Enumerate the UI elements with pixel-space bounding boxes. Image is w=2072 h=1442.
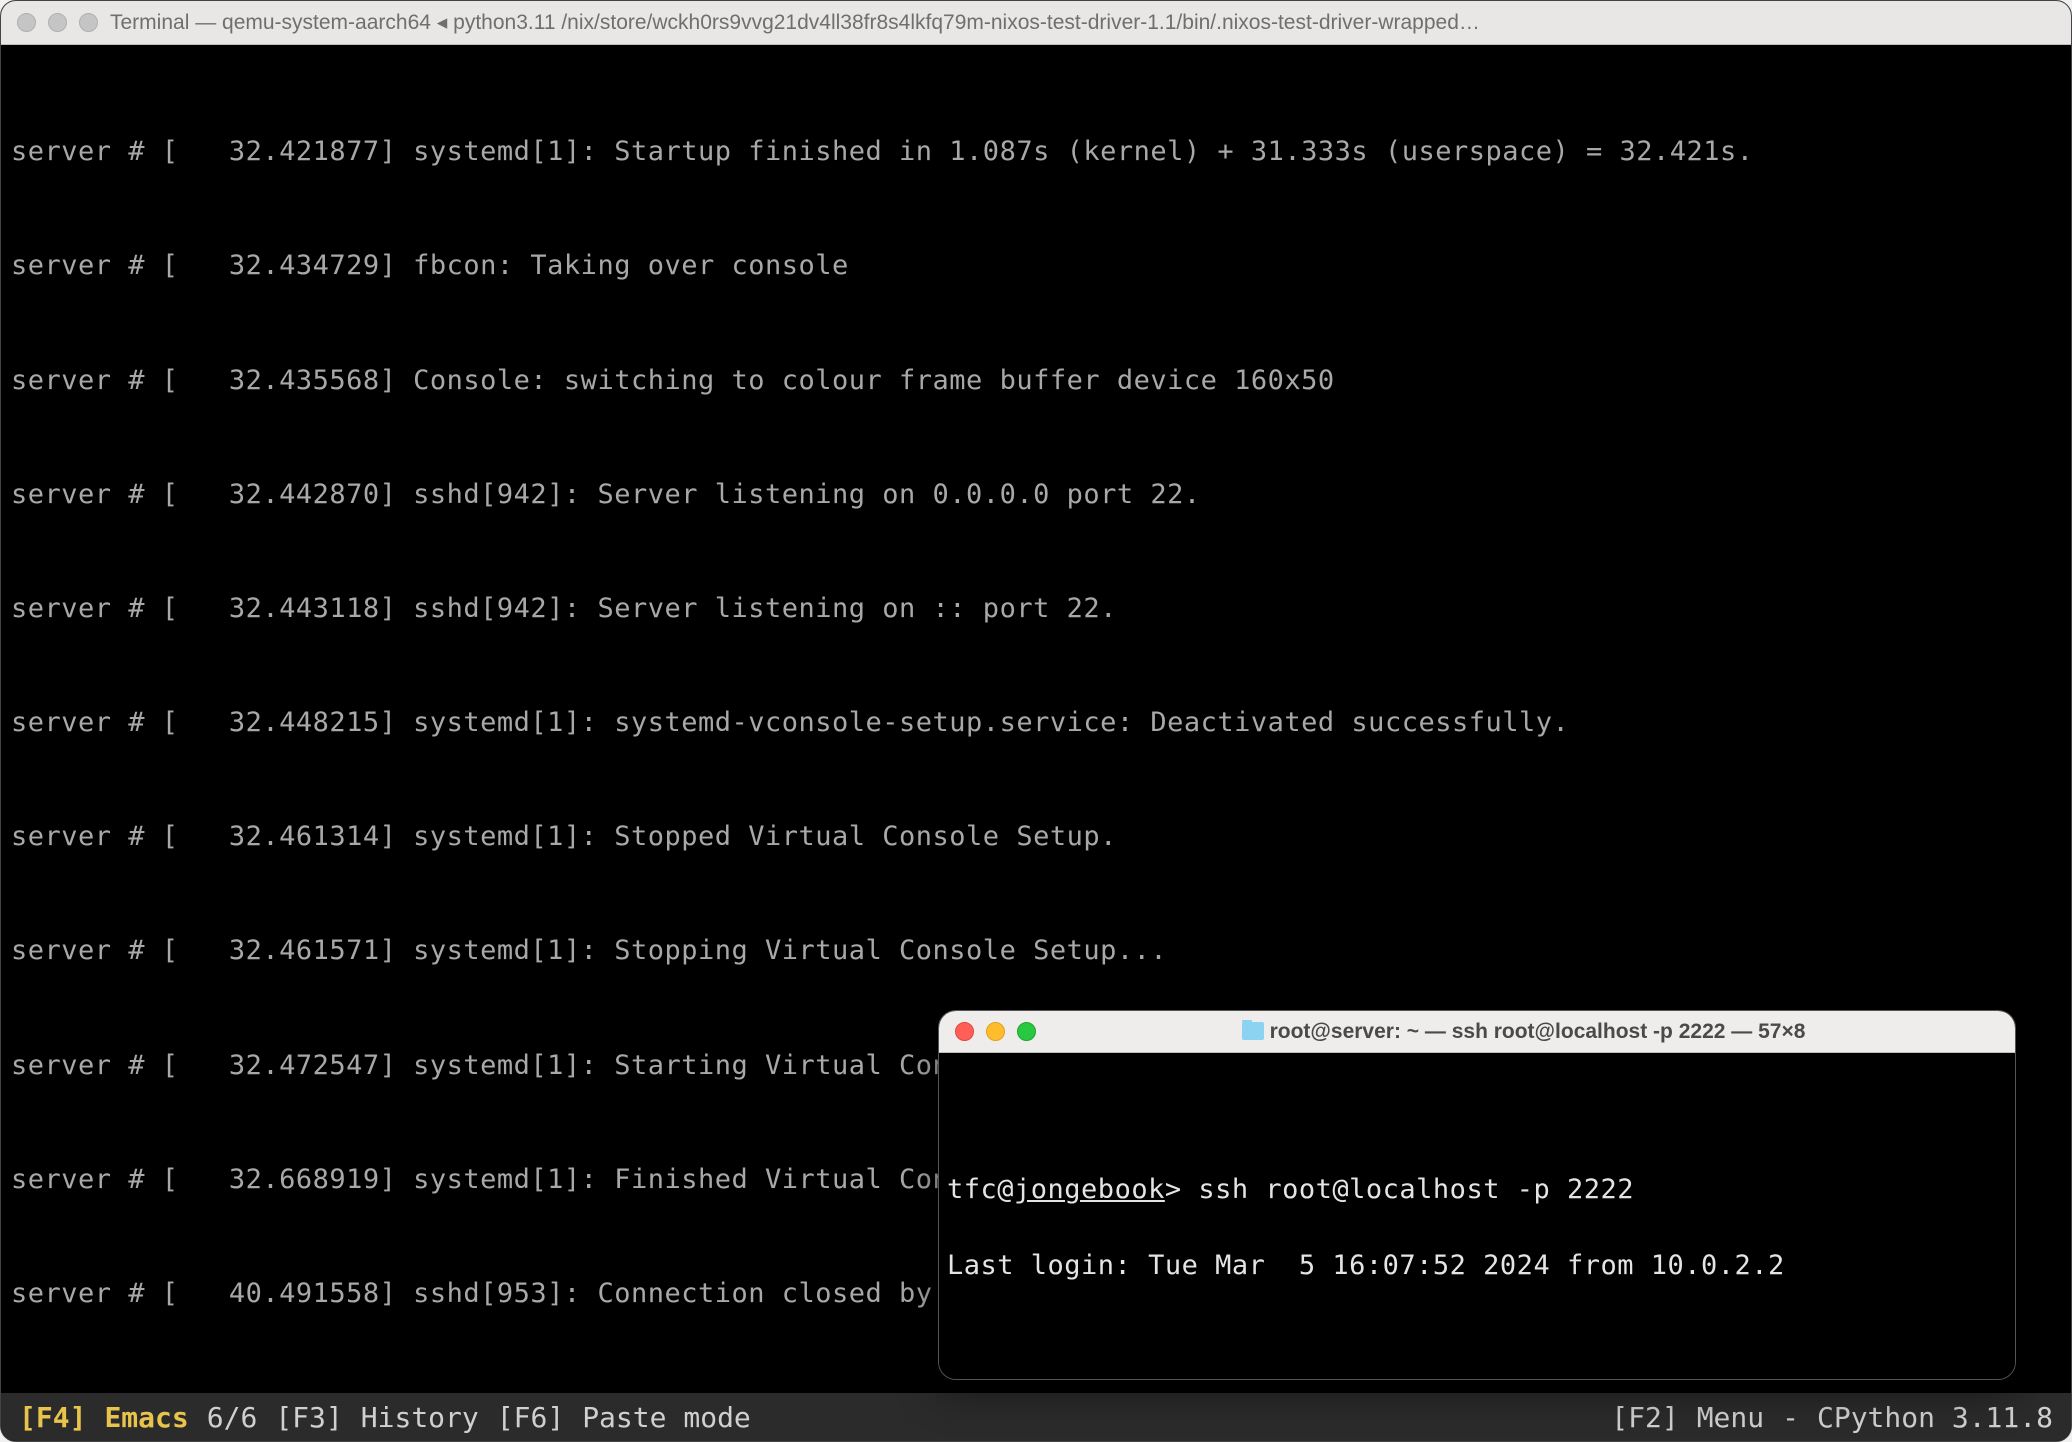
minimize-icon[interactable]	[986, 1022, 1005, 1041]
log-line: server # [ 32.461314] systemd[1]: Stoppe…	[11, 818, 2061, 856]
ssh-line: tfc@jongebook> ssh root@localhost -p 222…	[947, 1171, 2007, 1209]
log-line: server # [ 32.461571] systemd[1]: Stoppi…	[11, 932, 2061, 970]
statusbar-f2[interactable]: [F2]	[1611, 1401, 1678, 1434]
folder-icon	[1242, 1022, 1264, 1040]
log-line: server # [ 32.448215] systemd[1]: system…	[11, 704, 2061, 742]
statusbar-f4[interactable]: [F4]	[19, 1401, 86, 1434]
statusbar-dash: -	[1782, 1401, 1799, 1434]
sub-window-title: root@server: ~ — ssh root@localhost -p 2…	[1048, 1020, 1999, 1044]
statusbar-pos: 6/6	[207, 1401, 258, 1434]
main-window-title: Terminal — qemu-system-aarch64 ◂ python3…	[110, 10, 2055, 35]
statusbar-menu: Menu	[1697, 1401, 1764, 1434]
statusbar-python: CPython 3.11.8	[1817, 1401, 2053, 1434]
traffic-lights	[17, 13, 98, 32]
log-line: server # [ 32.421877] systemd[1]: Startu…	[11, 133, 2061, 171]
statusbar-f3[interactable]: [F3]	[275, 1401, 342, 1434]
statusbar-emacs: Emacs	[104, 1401, 188, 1434]
traffic-lights	[955, 1022, 1036, 1041]
log-line: server # [ 32.435568] Console: switching…	[11, 362, 2061, 400]
log-line: server # [ 32.443118] sshd[942]: Server …	[11, 590, 2061, 628]
ssh-line: Last login: Tue Mar 5 16:07:52 2024 from…	[947, 1247, 2007, 1285]
statusbar-history: History	[361, 1401, 479, 1434]
maximize-icon[interactable]	[1017, 1022, 1036, 1041]
statusbar: [F4] Emacs 6/6 [F3] History [F6] Paste m…	[1, 1393, 2071, 1441]
log-line: server # [ 32.442870] sshd[942]: Server …	[11, 476, 2061, 514]
minimize-icon[interactable]	[48, 13, 67, 32]
ssh-line	[947, 1095, 2007, 1133]
maximize-icon[interactable]	[79, 13, 98, 32]
close-icon[interactable]	[955, 1022, 974, 1041]
statusbar-paste: Paste mode	[582, 1401, 751, 1434]
close-icon[interactable]	[17, 13, 36, 32]
ssh-terminal-body[interactable]: tfc@jongebook> ssh root@localhost -p 222…	[939, 1053, 2015, 1379]
log-line: server # [ 32.434729] fbcon: Taking over…	[11, 247, 2061, 285]
ssh-terminal-window: root@server: ~ — ssh root@localhost -p 2…	[938, 1010, 2016, 1380]
main-titlebar[interactable]: Terminal — qemu-system-aarch64 ◂ python3…	[1, 1, 2071, 45]
ssh-line	[947, 1323, 2007, 1361]
sub-titlebar[interactable]: root@server: ~ — ssh root@localhost -p 2…	[939, 1011, 2015, 1053]
statusbar-f6[interactable]: [F6]	[497, 1401, 564, 1434]
